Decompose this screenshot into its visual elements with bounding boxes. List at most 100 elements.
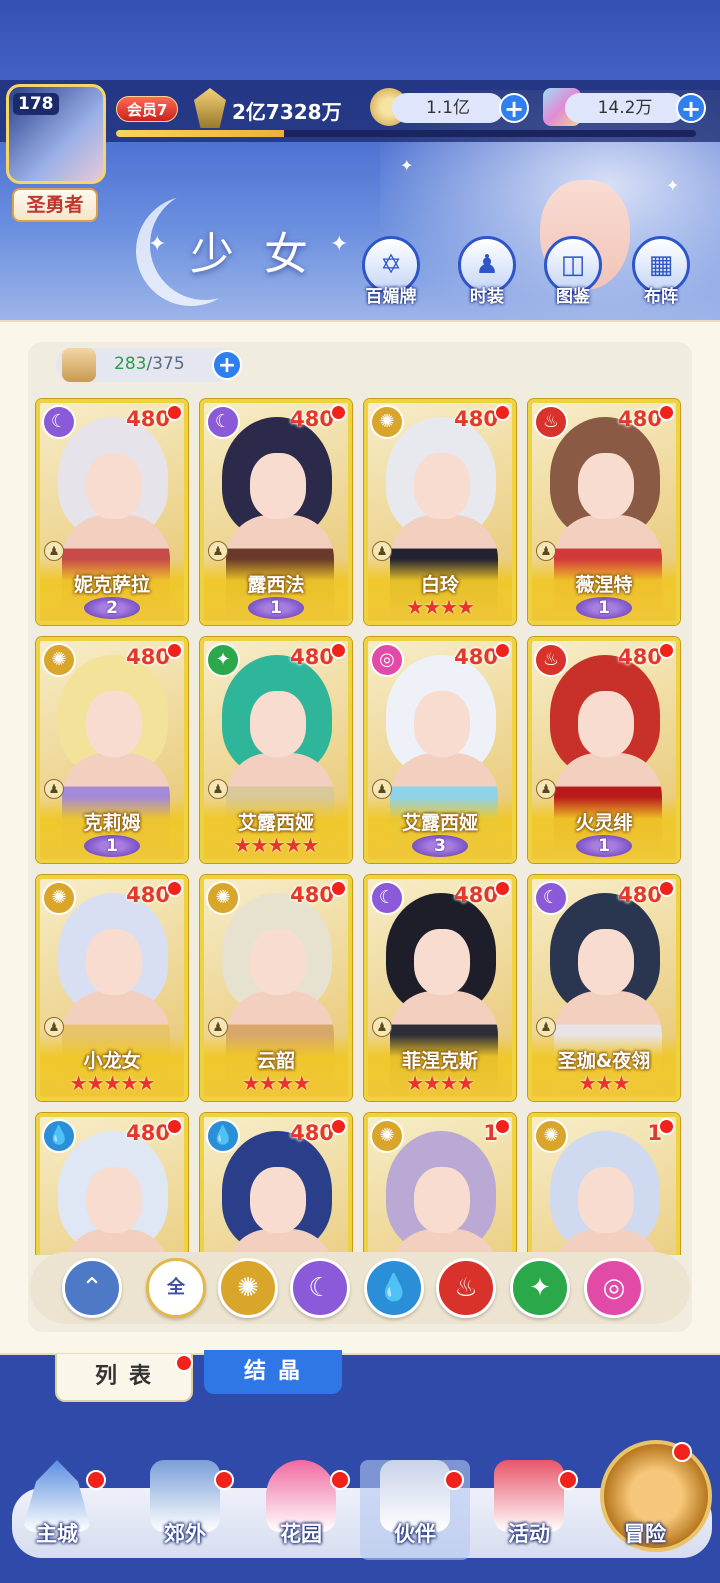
pawn-role-icon: ♟ <box>536 541 556 561</box>
nav-item-heart-garden[interactable]: 花园 <box>246 1460 356 1560</box>
card-score: 480 <box>126 407 170 431</box>
sun-element-icon: ✺ <box>42 881 76 915</box>
star-rating: ★★★★ <box>406 1071 475 1095</box>
moon-element-icon: ☾ <box>206 405 240 439</box>
player-title-badge[interactable]: 圣勇者 <box>12 188 98 222</box>
character-face <box>250 929 306 995</box>
filter-all-elements-button[interactable]: ⌃ <box>62 1258 122 1318</box>
pawn-role-icon: ♟ <box>536 1017 556 1037</box>
character-card[interactable]: ✺ 480 ♟ 小龙女 ★★★★★ <box>36 875 188 1101</box>
experience-fill <box>116 130 285 137</box>
character-face <box>578 1167 634 1233</box>
filter-fire-button[interactable]: ♨ <box>436 1258 496 1318</box>
character-card[interactable]: ✺ 480 ♟ 云韶 ★★★★ <box>200 875 352 1101</box>
nav-item-compass[interactable]: 冒险 <box>590 1442 700 1560</box>
notification-dot <box>166 404 183 421</box>
character-face <box>578 929 634 995</box>
character-name: 菲涅克斯 <box>401 1050 478 1072</box>
diamond-amount: 14.2万 <box>565 93 685 123</box>
add-gold-button[interactable]: + <box>499 93 529 123</box>
tab-list-notification-dot <box>175 1354 193 1372</box>
character-card[interactable]: ♨ 480 ♟ 火灵绯 1 <box>528 637 680 863</box>
card-score: 480 <box>618 883 662 907</box>
notification-dot <box>672 1442 692 1462</box>
sun-element-icon: ✺ <box>42 643 76 677</box>
add-diamond-button[interactable]: + <box>676 93 706 123</box>
fire-element-icon: ♨ <box>534 405 568 439</box>
character-face <box>250 691 306 757</box>
character-card[interactable]: ✦ 480 ♟ 艾露西娅 ★★★★★ <box>200 637 352 863</box>
character-card[interactable]: ☾ 480 ♟ 妮克萨拉 2 <box>36 399 188 625</box>
character-card[interactable]: ☾ 480 ♟ 圣珈&夜翎 ★★★ <box>528 875 680 1101</box>
menu-button-label: 时装 <box>470 287 504 307</box>
filter-water-button[interactable]: 💧 <box>364 1258 424 1318</box>
nav-item-partner-portrait[interactable]: 伙伴 <box>360 1460 470 1560</box>
notification-dot <box>658 404 675 421</box>
moon-element-icon: ☾ <box>42 405 76 439</box>
nav-label: 活动 <box>508 1522 550 1546</box>
character-card[interactable]: ♨ 480 ♟ 薇涅特 1 <box>528 399 680 625</box>
character-card[interactable]: ✺ 480 ♟ 克莉姆 1 <box>36 637 188 863</box>
notification-dot <box>658 880 675 897</box>
character-card[interactable]: 💧 480 <box>200 1113 352 1255</box>
pawn-role-icon: ♟ <box>44 1017 64 1037</box>
character-name: 白玲 <box>420 574 459 596</box>
character-name: 火灵绯 <box>575 812 633 834</box>
tab-list[interactable]: 列表 <box>55 1354 193 1402</box>
tab-crystal[interactable]: 结晶 <box>204 1350 342 1394</box>
card-score: 480 <box>454 407 498 431</box>
water-element-icon: 💧 <box>206 1119 240 1153</box>
notification-dot <box>658 1118 675 1135</box>
sun-element-icon: ✺ <box>370 405 404 439</box>
filter-wind-button[interactable]: ✦ <box>510 1258 570 1318</box>
character-card[interactable]: ✺ 480 ♟ 白玲 ★★★★ <box>364 399 516 625</box>
filter-pink-button[interactable]: ◎ <box>584 1258 644 1318</box>
menu-button-outfit[interactable]: ♟ 时装 <box>452 236 522 307</box>
character-face <box>414 453 470 519</box>
filter-moon-button[interactable]: ☾ <box>290 1258 350 1318</box>
character-name: 圣珈&夜翎 <box>557 1050 651 1072</box>
page-title: 少女 <box>190 229 338 280</box>
menu-button-book[interactable]: ◫ 图鉴 <box>538 236 608 307</box>
character-card[interactable]: ◎ 480 ♟ 艾露西娅 3 <box>364 637 516 863</box>
character-card[interactable]: ✺ 1 <box>364 1113 516 1255</box>
menu-button-formation-grid[interactable]: ▦ 布阵 <box>626 236 696 307</box>
character-card[interactable]: ☾ 480 ♟ 露西法 1 <box>200 399 352 625</box>
notification-dot <box>214 1470 234 1490</box>
character-name: 薇涅特 <box>575 574 633 596</box>
filter-sun-button[interactable]: ✺ <box>218 1258 278 1318</box>
character-card[interactable]: 💧 480 <box>36 1113 188 1255</box>
wing-rank-badge: 1 <box>576 597 632 619</box>
menu-button-card-badge[interactable]: ✡ 百媚牌 <box>356 236 426 307</box>
notification-dot <box>494 404 511 421</box>
filter-all-button[interactable]: 全 <box>146 1258 206 1318</box>
bag-icon <box>62 348 96 382</box>
pawn-role-icon: ♟ <box>44 541 64 561</box>
nav-item-castle[interactable]: 主城 <box>2 1460 112 1560</box>
vip-badge[interactable]: 会员7 <box>116 96 179 122</box>
character-card[interactable]: ✺ 1 <box>528 1113 680 1255</box>
nav-item-gift-box[interactable]: 活动 <box>474 1460 584 1560</box>
character-card[interactable]: ☾ 480 ♟ 菲涅克斯 ★★★★ <box>364 875 516 1101</box>
player-avatar[interactable]: 178 <box>6 84 106 184</box>
character-face <box>86 929 142 995</box>
nav-label: 主城 <box>36 1522 78 1546</box>
character-face <box>86 691 142 757</box>
moon-element-icon: ☾ <box>370 881 404 915</box>
card-score: 480 <box>290 883 334 907</box>
nav-label: 花园 <box>280 1522 322 1546</box>
character-name: 露西法 <box>247 574 305 596</box>
character-face <box>250 1167 306 1233</box>
player-level: 178 <box>13 93 59 115</box>
character-name: 小龙女 <box>83 1050 141 1072</box>
notification-dot <box>166 880 183 897</box>
nav-item-outskirts[interactable]: 郊外 <box>130 1460 240 1560</box>
pawn-role-icon: ♟ <box>44 779 64 799</box>
expand-capacity-button[interactable]: + <box>212 350 242 380</box>
menu-button-label: 图鉴 <box>556 287 590 307</box>
wing-rank-badge: 1 <box>576 835 632 857</box>
character-name: 克莉姆 <box>83 812 141 834</box>
pawn-role-icon: ♟ <box>208 541 228 561</box>
card-score: 480 <box>126 883 170 907</box>
sun-element-icon: ✺ <box>370 1119 404 1153</box>
